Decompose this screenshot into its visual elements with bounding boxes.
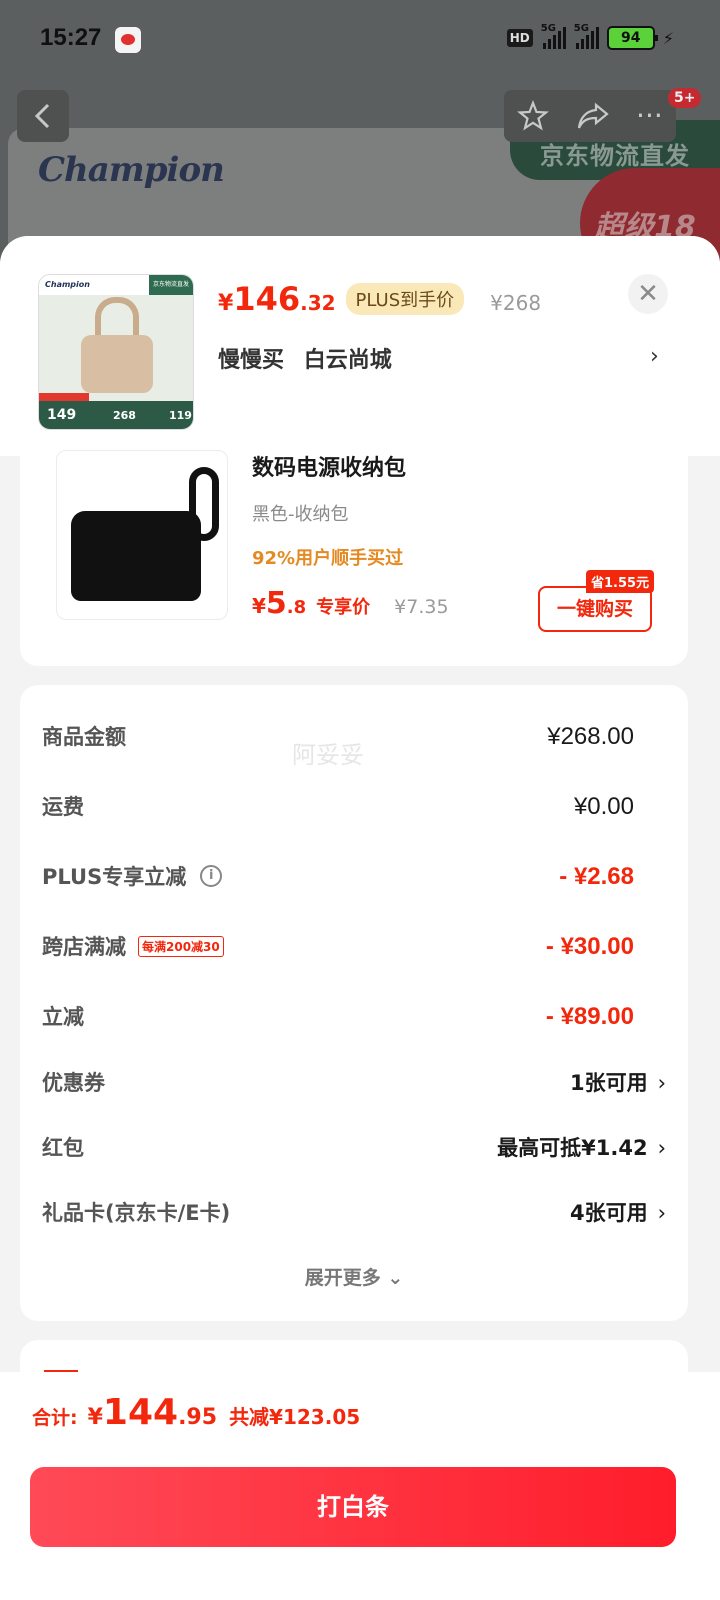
addon-original-price: ¥7.35: [394, 596, 449, 618]
option-2: 白云尚城: [303, 348, 392, 373]
info-icon[interactable]: i: [200, 865, 223, 887]
status-time: 15:27: [40, 24, 102, 51]
checkout-bar: 合计: ¥144.95 共减¥123.05 打白条: [0, 1372, 720, 1600]
total-row: 合计: ¥144.95 共减¥123.05: [32, 1392, 361, 1433]
total-saved: 共减¥123.05: [229, 1405, 361, 1429]
row-red-packet[interactable]: 红包 最高可抵¥1.42 ›: [42, 1132, 666, 1172]
signal-1-icon: 5G: [541, 23, 566, 49]
save-badge: 省1.55元: [586, 570, 655, 593]
notification-badge: 5+: [668, 88, 702, 108]
sheet-header: Champion 京东物流直发 149 268 119 ¥146.32 PLUS…: [0, 236, 720, 456]
close-button[interactable]: ✕: [628, 274, 668, 314]
addon-variant: 黑色-收纳包: [252, 504, 349, 525]
option-1: 慢慢买: [218, 348, 285, 373]
selected-options[interactable]: 慢慢买 白云尚城: [218, 342, 392, 374]
star-icon[interactable]: [517, 100, 550, 132]
signal-2-icon: 5G: [574, 23, 599, 49]
total-amount: 144: [102, 1392, 179, 1433]
status-bar: 15:27 HD 5G 5G 94 ⚡: [0, 0, 720, 80]
original-price: ¥268: [490, 291, 542, 315]
addon-image[interactable]: [56, 450, 228, 620]
price-row: ¥146.32 PLUS到手价 ¥268: [218, 280, 541, 319]
chevron-right-icon: ›: [657, 1071, 666, 1095]
amount-details-card: 阿妥妥 商品金额 ¥268.00 运费 ¥0.00 PLUS专享立减 i - ¥2…: [20, 685, 688, 1321]
row-plus-discount: PLUS专享立减 i - ¥2.68: [42, 863, 634, 890]
addon-price: ¥5.8: [252, 586, 307, 621]
chevron-right-icon[interactable]: ›: [650, 344, 659, 369]
addon-exclusive-label: 专享价: [316, 597, 371, 618]
row-gift-card[interactable]: 礼品卡(京东卡/E卡) 4张可用 ›: [42, 1197, 666, 1237]
close-icon: ✕: [637, 279, 659, 309]
promo-tag: 每满200减30: [138, 935, 224, 957]
addon-recommendation-card: 数码电源收纳包 黑色-收纳包 92%用户顺手买过 ¥5.8 专享价 ¥7.35 …: [20, 450, 688, 666]
weibo-icon: [115, 27, 141, 53]
row-coupon[interactable]: 优惠券 1张可用 ›: [42, 1067, 666, 1107]
charging-icon: ⚡: [662, 28, 674, 48]
addon-stat: 92%用户顺手买过: [252, 548, 404, 569]
row-goods-amount: 商品金额 ¥268.00: [42, 723, 634, 750]
plus-price-tag: PLUS到手价: [345, 283, 465, 315]
back-arrow-icon: [34, 103, 50, 129]
chevron-right-icon: ›: [657, 1136, 666, 1160]
row-shipping: 运费 ¥0.00: [42, 793, 634, 820]
row-instant-discount: 立减 - ¥89.00: [42, 1003, 634, 1030]
addon-price-row: ¥5.8 专享价 ¥7.35: [252, 586, 449, 621]
total-label: 合计:: [32, 1407, 78, 1429]
back-button[interactable]: [17, 90, 69, 142]
status-indicators: HD 5G 5G 94 ⚡: [506, 23, 674, 50]
addon-title: 数码电源收纳包: [252, 456, 407, 481]
product-thumbnail[interactable]: Champion 京东物流直发 149 268 119: [38, 274, 194, 430]
expand-more-button[interactable]: 展开更多 ⌄: [20, 1263, 688, 1290]
row-cross-store-discount: 跨店满减 每满200减30 - ¥30.00: [42, 933, 634, 960]
brand-logo: Champion: [38, 150, 225, 190]
more-icon[interactable]: ···: [636, 102, 663, 130]
pay-button[interactable]: 打白条: [30, 1467, 676, 1547]
battery-icon: 94: [606, 26, 658, 50]
top-actions: ···: [504, 90, 676, 142]
share-icon[interactable]: [576, 101, 610, 131]
hd-badge: HD: [506, 29, 533, 47]
chevron-right-icon: ›: [657, 1201, 666, 1225]
chevron-down-icon: ⌄: [387, 1267, 404, 1289]
plus-price: ¥146.32: [218, 280, 336, 318]
